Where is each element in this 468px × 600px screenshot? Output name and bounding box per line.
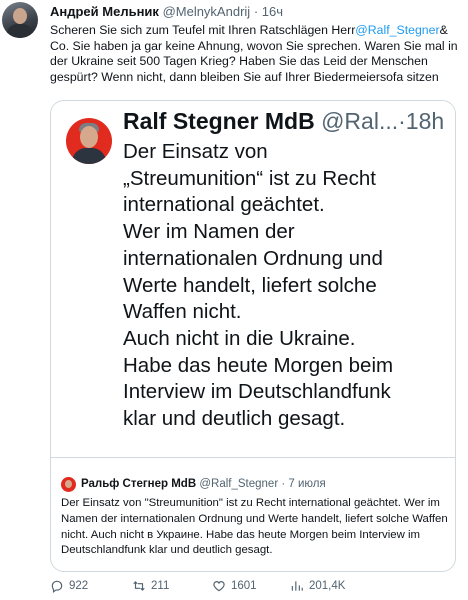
reply-count: 922 [69,580,89,592]
like-count: 1601 [231,580,257,592]
views-button[interactable]: 201,4K [290,578,345,594]
mention-link[interactable]: @Ralf_Stegner [355,23,439,37]
screenshot-line: klar und deutlich gesagt. [123,407,346,431]
tweet-header: Андрей Мельник @MelnykAndrij · 16ч [50,4,283,20]
author-handle[interactable]: @MelnykAndrij [163,4,251,19]
quoted-author-name: Ральф Стегнер MdB [81,478,197,490]
screenshot-line: Habe das heute Morgen beim [123,353,394,377]
screenshot-line: international geächtet. [123,193,325,217]
screenshot-line: Waffen nicht. [123,300,242,324]
screenshot-line: Der Einsatz von [123,140,268,163]
screenshot-line: Wer im Namen der [123,220,295,244]
quoted-header: Ральф Стегнер MdB @Ralf_Stegner · 7 июля [81,477,326,492]
reply-icon [51,580,63,593]
screenshot-header: Ralf Stegner MdB @Ral...·18h [123,105,444,137]
screenshot-line: Auch nicht in die Ukraine. [123,326,356,350]
views-count: 201,4K [309,580,346,592]
tweet: Андрей Мельник @MelnykAndrij · 16ч Scher… [0,0,468,600]
separator-dot: · [253,4,259,19]
screenshot-time: 18h [405,108,445,134]
like-icon [213,581,225,592]
author-avatar[interactable] [2,2,38,38]
screenshot-line: Werte handelt, liefert solche [123,273,377,297]
screenshot-avatar [66,118,112,164]
screenshot-line: Interview im Deutschlandfunk [123,380,391,404]
author-name[interactable]: Андрей Мельник [50,4,159,19]
tweet-text: Scheren Sie sich zum Teufel mit Ihren Ra… [50,23,460,85]
quote-card[interactable]: Ralf Stegner MdB @Ral...·18h Der Einsatz… [50,100,456,572]
screenshot-line: internationalen Ordnung und [123,246,383,270]
screenshot-line: „Streumunition“ ist zu Recht [123,166,376,190]
quoted-text: Der Einsatz von "Streumunition" ist zu R… [61,497,448,557]
reply-button[interactable]: 922 [50,578,88,594]
screenshot-dot: · [398,108,406,134]
screenshot-author-name: Ralf Stegner MdB [123,108,315,134]
attached-screenshot[interactable]: Ralf Stegner MdB @Ral...·18h Der Einsatz… [51,101,455,457]
retweet-count: 211 [151,580,170,592]
screenshot-text: Der Einsatz von „Streumunition“ ist zu R… [123,139,453,433]
like-button[interactable]: 1601 [212,578,257,594]
views-icon [291,581,303,591]
quoted-date: 7 июля [288,478,326,490]
retweet-icon [133,581,145,591]
quoted-dot: · [281,478,286,490]
quoted-tweet[interactable]: Ральф Стегнер MdB @Ralf_Stegner · 7 июля… [51,458,455,571]
tweet-text-part: Scheren Sie sich zum Teufel mit Ihren Ra… [50,23,356,37]
retweet-button[interactable]: 211 [132,578,169,594]
screenshot-author-handle: @Ral... [321,108,399,134]
quoted-author-avatar [61,477,76,492]
tweet-time[interactable]: 16ч [262,4,283,19]
quoted-author-handle: @Ralf_Stegner [199,478,279,490]
action-bar: 922 211 1601 201,4K [50,578,460,594]
